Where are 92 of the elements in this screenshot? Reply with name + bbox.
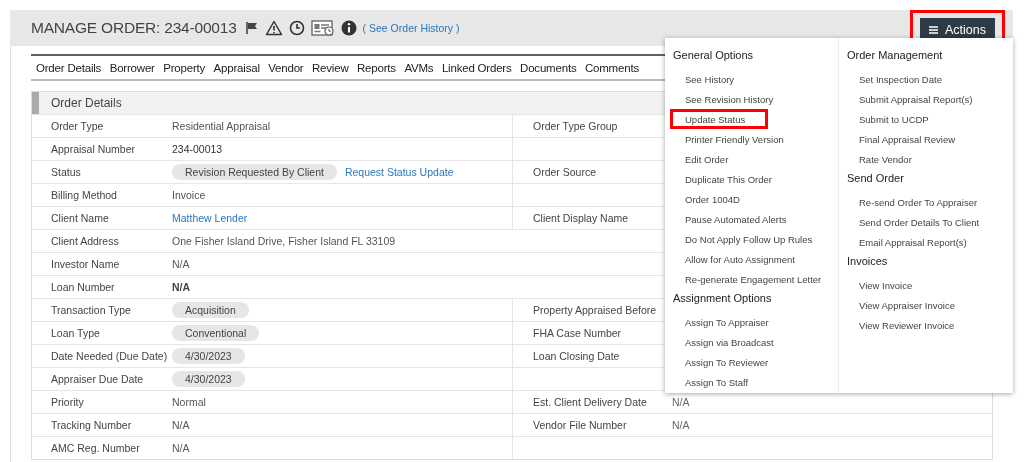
menu-icon [929,25,938,34]
client-link[interactable]: Matthew Lender [172,212,248,224]
field-label: Client Name [51,212,109,224]
menu-item[interactable]: View Appraiser Invoice [844,295,970,315]
clock-icon[interactable] [288,20,305,36]
nav-tab[interactable]: Reports [357,61,396,74]
menu-heading: Assignment Options [673,292,773,306]
field-value: N/A [172,419,190,431]
field-label: Loan Closing Date [533,350,620,362]
field-label: Date Needed (Due Date) [51,350,168,362]
field-label: Order Type Group [533,120,618,132]
menu-item[interactable]: Send Order Details To Client [844,212,995,232]
section-title: Order Details [51,96,122,110]
menu-item[interactable]: View Invoice [844,275,928,295]
menu-item[interactable]: Printer Friendly Version [670,129,799,149]
flag-icon[interactable] [244,21,259,35]
order-history-link[interactable]: ( See Order History ) [362,22,460,34]
field-value: Normal [172,396,206,408]
menu-item[interactable]: Assign To Appraiser [670,312,784,332]
field-label: Status [51,166,81,178]
value-pill: Acquisition [172,302,249,318]
menu-heading: Order Management [847,49,944,63]
menu-item[interactable]: Assign To Reviewer [670,352,784,372]
field-label: FHA Case Number [533,327,622,339]
menu-heading: Invoices [847,255,889,269]
field-label: Property Appraised Before [533,304,657,316]
nav-tab[interactable]: Documents [520,61,577,74]
field-label: Client Address [51,235,119,247]
menu-item[interactable]: Order 1004D [670,189,755,209]
nav-tab[interactable]: Order Details [36,61,102,74]
field-value: Invoice [172,189,206,201]
menu-item[interactable]: Edit Order [670,149,744,169]
field-label: Loan Type [51,327,100,339]
nav-tab[interactable]: Property [163,61,206,74]
field-label: Tracking Number [51,419,132,431]
menu-item[interactable]: Rate Vendor [844,149,927,169]
value-pill: 4/30/2023 [172,348,245,364]
menu-item[interactable]: Pause Automated Alerts [670,209,802,229]
value-pill: 4/30/2023 [172,371,245,387]
field-label: AMC Reg. Number [51,442,140,454]
field-value: 234-00013 [172,143,223,155]
field-label: Est. Client Delivery Date [533,396,647,408]
field-label: Vendor File Number [533,419,627,431]
value-pill: Revision Requested By Client [172,164,337,180]
field-label: Order Source [533,166,597,178]
nav-tab[interactable]: AVMs [404,61,434,74]
value-pill: Conventional [172,325,260,341]
menu-item[interactable]: Update Status [670,109,769,129]
warning-icon[interactable] [264,20,283,36]
request-status-link[interactable]: Request Status Update [344,166,454,178]
field-label: Client Display Name [533,212,629,224]
nav-tab[interactable]: Borrower [109,61,155,74]
menu-item[interactable]: Duplicate This Order [670,169,787,189]
menu-item[interactable]: See History [670,69,750,89]
menu-item[interactable]: View Reviewer Invoice [844,315,970,335]
field-value: N/A [672,396,690,408]
nav-tab[interactable]: Review [312,61,349,74]
menu-item[interactable]: See Revision History [670,89,789,109]
field-label: Billing Method [51,189,117,201]
menu-item[interactable]: Submit Appraisal Report(s) [844,89,988,109]
field-label: Transaction Type [51,304,131,316]
field-value: N/A [172,442,190,454]
field-label: Order Type [51,120,104,132]
field-value: Residential Appraisal [172,120,271,132]
field-label: Investor Name [51,258,120,270]
field-label: Appraisal Number [51,143,136,155]
menu-heading: Send Order [847,172,905,186]
field-value: One Fisher Island Drive, Fisher Island FL 33109 [172,235,396,247]
menu-item[interactable]: Re-generate Engagement Letter [670,269,837,289]
nav-tab[interactable]: Appraisal [213,61,260,74]
field-label: Appraiser Due Date [51,373,144,385]
menu-item[interactable]: Allow for Auto Assignment [670,249,810,269]
menu-heading: General Options [673,49,755,63]
nav-tab[interactable]: Linked Orders [441,61,512,74]
field-label: Priority [51,396,84,408]
field-value: N/A [172,281,191,293]
field-label: Loan Number [51,281,115,293]
info-icon[interactable] [340,20,357,36]
menu-item[interactable]: Do Not Apply Follow Up Rules [670,229,828,249]
id-card-clock-icon[interactable] [310,20,335,36]
menu-item[interactable]: Assign To Staff [670,372,764,392]
field-value: N/A [172,258,190,270]
page-title: MANAGE ORDER: 234-00013 [31,19,237,37]
nav-tab[interactable]: Comments [584,61,639,74]
menu-item[interactable]: Re-send Order To Appraiser [844,192,993,212]
menu-item[interactable]: Submit to UCDP [844,109,944,129]
field-value: N/A [672,419,690,431]
menu-item[interactable]: Set Inspection Date [844,69,957,89]
menu-item[interactable]: Assign via Broadcast [670,332,789,352]
menu-item[interactable]: Email Appraisal Report(s) [844,232,982,252]
nav-tab[interactable]: Vendor [268,61,304,74]
menu-item[interactable]: Final Appraisal Review [844,129,971,149]
